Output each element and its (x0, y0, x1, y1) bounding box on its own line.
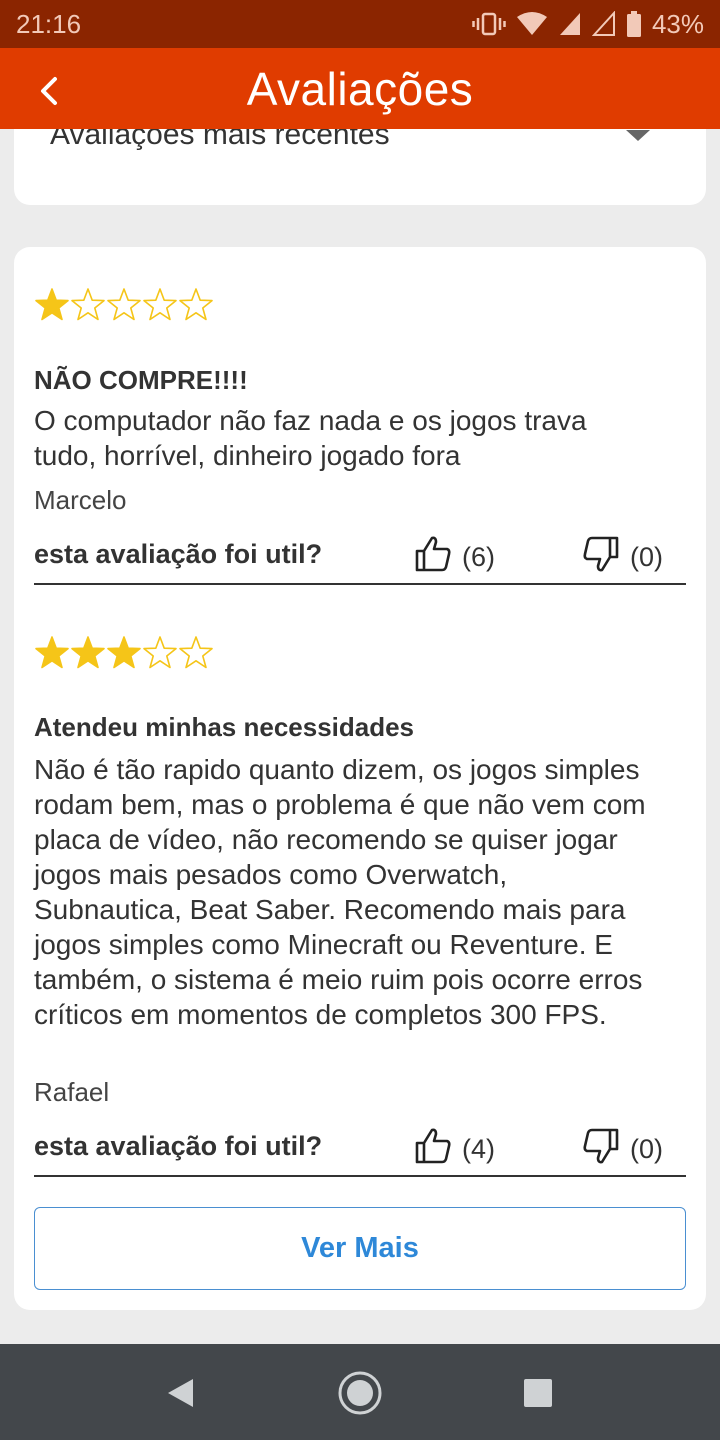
review-author: Rafael (34, 1077, 110, 1107)
helpful-row: esta avaliação foi util? (6) (0) (34, 535, 666, 575)
divider (34, 583, 686, 585)
star-empty-icon (71, 288, 105, 321)
helpful-question: esta avaliação foi util? (34, 539, 323, 569)
like-count: (6) (462, 542, 495, 572)
dislike-button[interactable]: (0) (582, 535, 663, 580)
star-filled-icon (107, 636, 141, 669)
nav-home-button[interactable] (337, 1370, 383, 1416)
like-count: (4) (462, 1134, 495, 1164)
dislike-count: (0) (630, 542, 663, 572)
signal-icon (558, 11, 582, 37)
review-body: Não é tão rapido quanto dizem, os jogos … (34, 754, 646, 1030)
caret-down-icon (626, 130, 650, 141)
star-filled-icon (71, 636, 105, 669)
review-author: Marcelo (34, 485, 127, 515)
review-body: O computador não faz nada e os jogos tra… (34, 405, 587, 471)
status-time: 21:16 (16, 8, 82, 39)
nav-recents-button[interactable] (515, 1370, 561, 1416)
star-filled-icon (35, 288, 69, 321)
navigation-bar (0, 1344, 720, 1440)
dislike-count: (0) (630, 1134, 663, 1164)
app-bar: Avaliações (0, 48, 720, 129)
like-button[interactable]: (4) (414, 1127, 495, 1172)
thumbs-down-icon (582, 535, 620, 580)
star-empty-icon (179, 636, 213, 669)
star-empty-icon (107, 288, 141, 321)
dislike-button[interactable]: (0) (582, 1127, 663, 1172)
battery-percent: 43% (651, 8, 704, 39)
helpful-question: esta avaliação foi util? (34, 1131, 323, 1161)
circle-home-icon (338, 1371, 382, 1415)
star-empty-icon (179, 288, 213, 321)
page-title: Avaliações (246, 62, 474, 115)
star-rating (34, 287, 214, 323)
triangle-back-icon (168, 1379, 193, 1407)
battery-icon (626, 10, 642, 38)
thumbs-up-icon (414, 1127, 452, 1172)
review-title: Atendeu minhas necessidades (34, 712, 415, 742)
thumbs-up-icon (414, 535, 452, 580)
helpful-row: esta avaliação foi util? (4) (0) (34, 1127, 666, 1167)
vibrate-icon (472, 11, 506, 37)
star-empty-icon (143, 636, 177, 669)
nav-back-button[interactable] (157, 1370, 203, 1416)
wifi-icon (516, 11, 548, 37)
signal-icon (591, 11, 616, 37)
thumbs-down-icon (582, 1127, 620, 1172)
square-recents-icon (524, 1379, 552, 1407)
divider (34, 1175, 686, 1177)
chevron-left-icon (41, 77, 57, 105)
review-title: NÃO COMPRE!!!! (34, 365, 248, 395)
status-bar: 21:16 43% (0, 0, 720, 48)
star-filled-icon (35, 636, 69, 669)
status-icons: 43% (472, 9, 704, 40)
ver-mais-button[interactable]: Ver Mais (34, 1207, 686, 1290)
star-rating (34, 635, 214, 671)
star-empty-icon (143, 288, 177, 321)
back-button[interactable] (26, 68, 72, 114)
reviews-list: NÃO COMPRE!!!! O computador não faz nada… (14, 247, 706, 1310)
like-button[interactable]: (6) (414, 535, 495, 580)
